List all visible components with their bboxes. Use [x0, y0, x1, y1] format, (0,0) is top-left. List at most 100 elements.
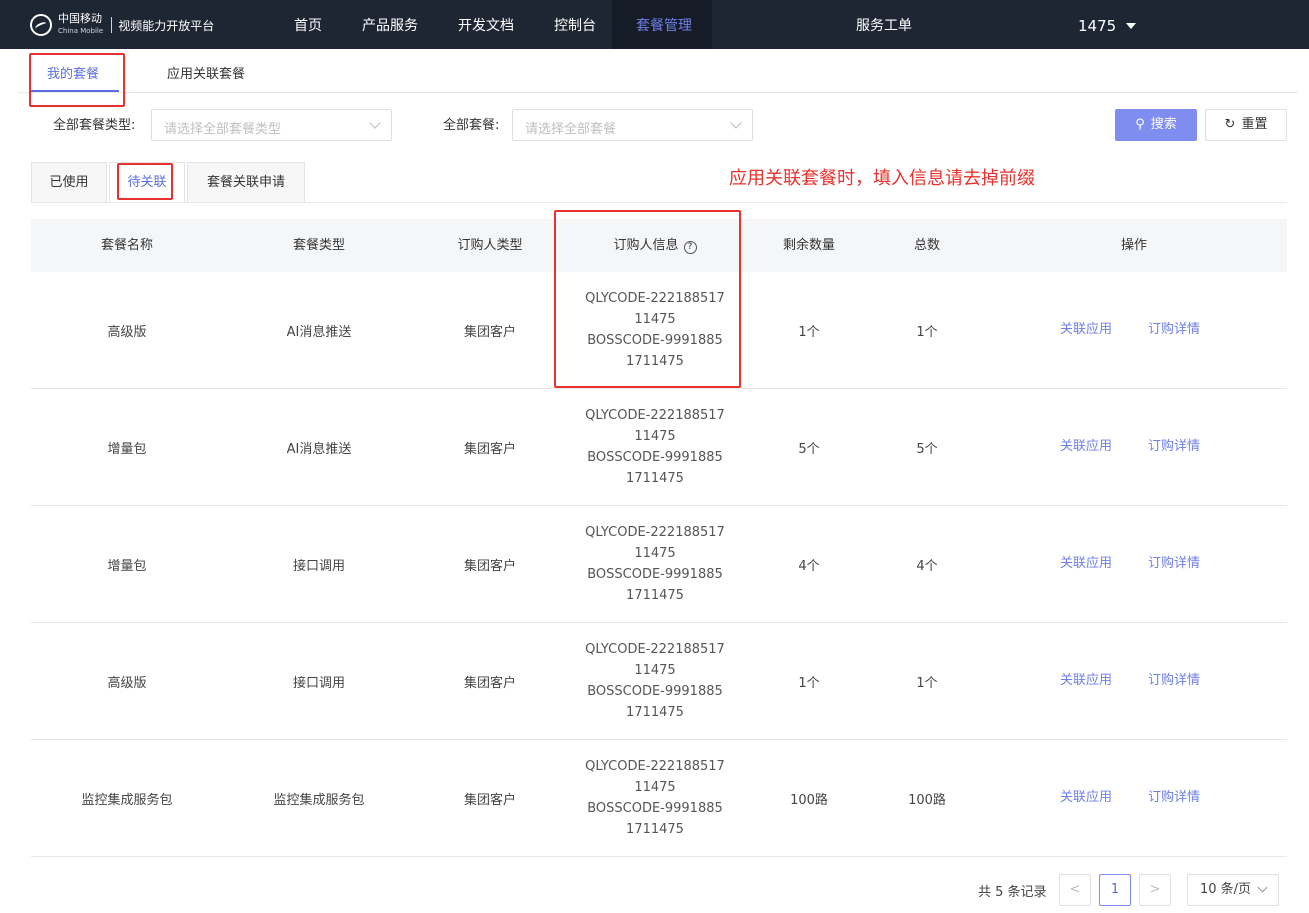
- cell-buyer-type: 集团客户: [463, 441, 516, 457]
- annotation-text: 应用关联套餐时，填入信息请去掉前缀: [729, 168, 1035, 189]
- top-nav-bar: 中国移动 China Mobile 视频能力开放平台 首页 产品服务 开发文档 …: [0, 0, 1309, 49]
- buyer-info-line: QLYCODE-222188517: [585, 759, 725, 774]
- cell-package-type: 接口调用: [292, 558, 345, 574]
- cell-total: 1个: [916, 675, 938, 691]
- order-details-link[interactable]: 订购详情: [1148, 506, 1200, 622]
- cell-buyer-type: 集团客户: [463, 792, 516, 808]
- cell-buyer-type: 集团客户: [463, 324, 516, 340]
- nav-docs[interactable]: 开发文档: [458, 0, 514, 49]
- buyer-info-line: QLYCODE-222188517: [585, 408, 725, 423]
- buyer-info-line: BOSSCODE-9991885: [587, 801, 723, 816]
- tab-app-linked-packages[interactable]: 应用关联套餐: [167, 63, 245, 82]
- search-button[interactable]: ⚲ 搜索: [1115, 109, 1197, 141]
- china-mobile-logo-icon: [30, 14, 52, 36]
- total-records: 共 5 条记录: [978, 885, 1047, 900]
- platform-name: 视频能力开放平台: [118, 18, 215, 33]
- buyer-info-line: BOSSCODE-9991885: [587, 450, 723, 465]
- user-name: 1475: [1078, 17, 1117, 35]
- cell-package-type: AI消息推送: [286, 441, 352, 457]
- chevron-down-icon: [730, 117, 742, 129]
- page-button-1[interactable]: 1: [1099, 874, 1131, 906]
- reset-button-label: 重置: [1241, 117, 1268, 132]
- cell-total: 5个: [916, 441, 938, 457]
- nav-package-management[interactable]: 套餐管理: [636, 0, 692, 49]
- nav-console[interactable]: 控制台: [554, 0, 596, 49]
- package-type-label: 全部套餐类型:: [53, 118, 136, 133]
- package-label: 全部套餐:: [443, 118, 500, 133]
- annotation-box-pending: [117, 163, 173, 200]
- cell-buyer-info: QLYCODE-222188517 11475 BOSSCODE-9991885 17…: [565, 506, 745, 622]
- buyer-info-line: 1711475: [626, 705, 684, 720]
- annotation-box-my-packages: [29, 53, 125, 107]
- cell-package-name: 监控集成服务包: [81, 792, 173, 808]
- buyer-info-line: 11475: [634, 429, 676, 444]
- package-type-select[interactable]: 请选择全部套餐类型: [151, 109, 392, 141]
- buyer-info-line: BOSSCODE-9991885: [587, 567, 723, 582]
- search-button-label: 搜索: [1150, 117, 1177, 132]
- logo-divider: [111, 17, 113, 33]
- table-row: 增量包 AI消息推送 集团客户 QLYCODE-222188517 11475 BOSSC…: [31, 389, 1287, 506]
- col-package-type: 套餐类型: [292, 238, 345, 253]
- package-type-placeholder: 请选择全部套餐类型: [164, 122, 282, 137]
- cell-buyer-info: QLYCODE-222188517 11475 BOSSCODE-9991885 17…: [565, 740, 745, 856]
- user-menu[interactable]: 1475: [1078, 0, 1137, 49]
- buyer-info-line: 1711475: [626, 822, 684, 837]
- buyer-info-line: BOSSCODE-9991885: [587, 684, 723, 699]
- reset-button[interactable]: ↻ 重置: [1205, 109, 1287, 141]
- logo-en-text: China Mobile: [58, 27, 104, 35]
- nav-products[interactable]: 产品服务: [362, 0, 418, 49]
- link-app-button[interactable]: 关联应用: [1060, 389, 1112, 505]
- order-details-link[interactable]: 订购详情: [1148, 389, 1200, 505]
- link-app-button[interactable]: 关联应用: [1060, 272, 1112, 388]
- col-total: 总数: [913, 238, 940, 253]
- order-details-link[interactable]: 订购详情: [1148, 272, 1200, 388]
- col-remaining: 剩余数量: [782, 238, 835, 253]
- link-app-button[interactable]: 关联应用: [1060, 623, 1112, 739]
- cell-total: 100路: [908, 792, 946, 808]
- cell-package-name: 增量包: [107, 441, 147, 457]
- cell-total: 1个: [916, 324, 938, 340]
- subtab-divider: [31, 202, 1287, 203]
- package-placeholder: 请选择全部套餐: [525, 122, 617, 137]
- cell-remaining: 1个: [798, 324, 820, 340]
- buyer-info-line: QLYCODE-222188517: [585, 642, 725, 657]
- cell-remaining: 100路: [790, 792, 828, 808]
- order-details-link[interactable]: 订购详情: [1148, 740, 1200, 856]
- cell-remaining: 1个: [798, 675, 820, 691]
- nav-service-ticket[interactable]: 服务工单: [856, 0, 912, 49]
- cell-remaining: 5个: [798, 441, 820, 457]
- cell-package-type: AI消息推送: [286, 324, 352, 340]
- subtab-link-application[interactable]: 套餐关联申请: [187, 162, 305, 203]
- col-buyer-type: 订购人类型: [457, 238, 523, 253]
- cell-package-name: 增量包: [107, 558, 147, 574]
- cell-buyer-info: QLYCODE-222188517 11475 BOSSCODE-9991885 17…: [565, 623, 745, 739]
- subtab-used[interactable]: 已使用: [31, 162, 107, 203]
- table-row: 监控集成服务包 监控集成服务包 集团客户 QLYCODE-222188517 11475…: [31, 740, 1287, 857]
- prev-page-button[interactable]: <: [1059, 874, 1091, 906]
- cell-buyer-info: QLYCODE-222188517 11475 BOSSCODE-9991885 17…: [565, 389, 745, 505]
- refresh-icon: ↻: [1224, 117, 1236, 132]
- buyer-info-line: 11475: [634, 780, 676, 795]
- logo[interactable]: 中国移动 China Mobile 视频能力开放平台: [30, 13, 215, 36]
- table-row: 高级版 接口调用 集团客户 QLYCODE-222188517 11475 BOSSCOD…: [31, 623, 1287, 740]
- cell-buyer-type: 集团客户: [463, 675, 516, 691]
- link-app-button[interactable]: 关联应用: [1060, 740, 1112, 856]
- cell-remaining: 4个: [798, 558, 820, 574]
- page-size-select[interactable]: 10 条/页: [1187, 874, 1279, 906]
- buyer-info-line: QLYCODE-222188517: [585, 525, 725, 540]
- order-details-link[interactable]: 订购详情: [1148, 623, 1200, 739]
- cell-package-type: 监控集成服务包: [273, 792, 365, 808]
- cell-package-type: 接口调用: [292, 675, 345, 691]
- link-app-button[interactable]: 关联应用: [1060, 506, 1112, 622]
- annotation-box-buyer-info: [554, 210, 741, 388]
- cell-total: 4个: [916, 558, 938, 574]
- col-actions: 操作: [1120, 238, 1147, 253]
- buyer-info-line: 1711475: [626, 588, 684, 603]
- package-select[interactable]: 请选择全部套餐: [512, 109, 753, 141]
- cell-buyer-type: 集团客户: [463, 558, 516, 574]
- next-page-button[interactable]: >: [1139, 874, 1171, 906]
- buyer-info-line: 1711475: [626, 471, 684, 486]
- cell-package-name: 高级版: [107, 675, 147, 691]
- nav-home[interactable]: 首页: [294, 0, 322, 49]
- buyer-info-line: 11475: [634, 546, 676, 561]
